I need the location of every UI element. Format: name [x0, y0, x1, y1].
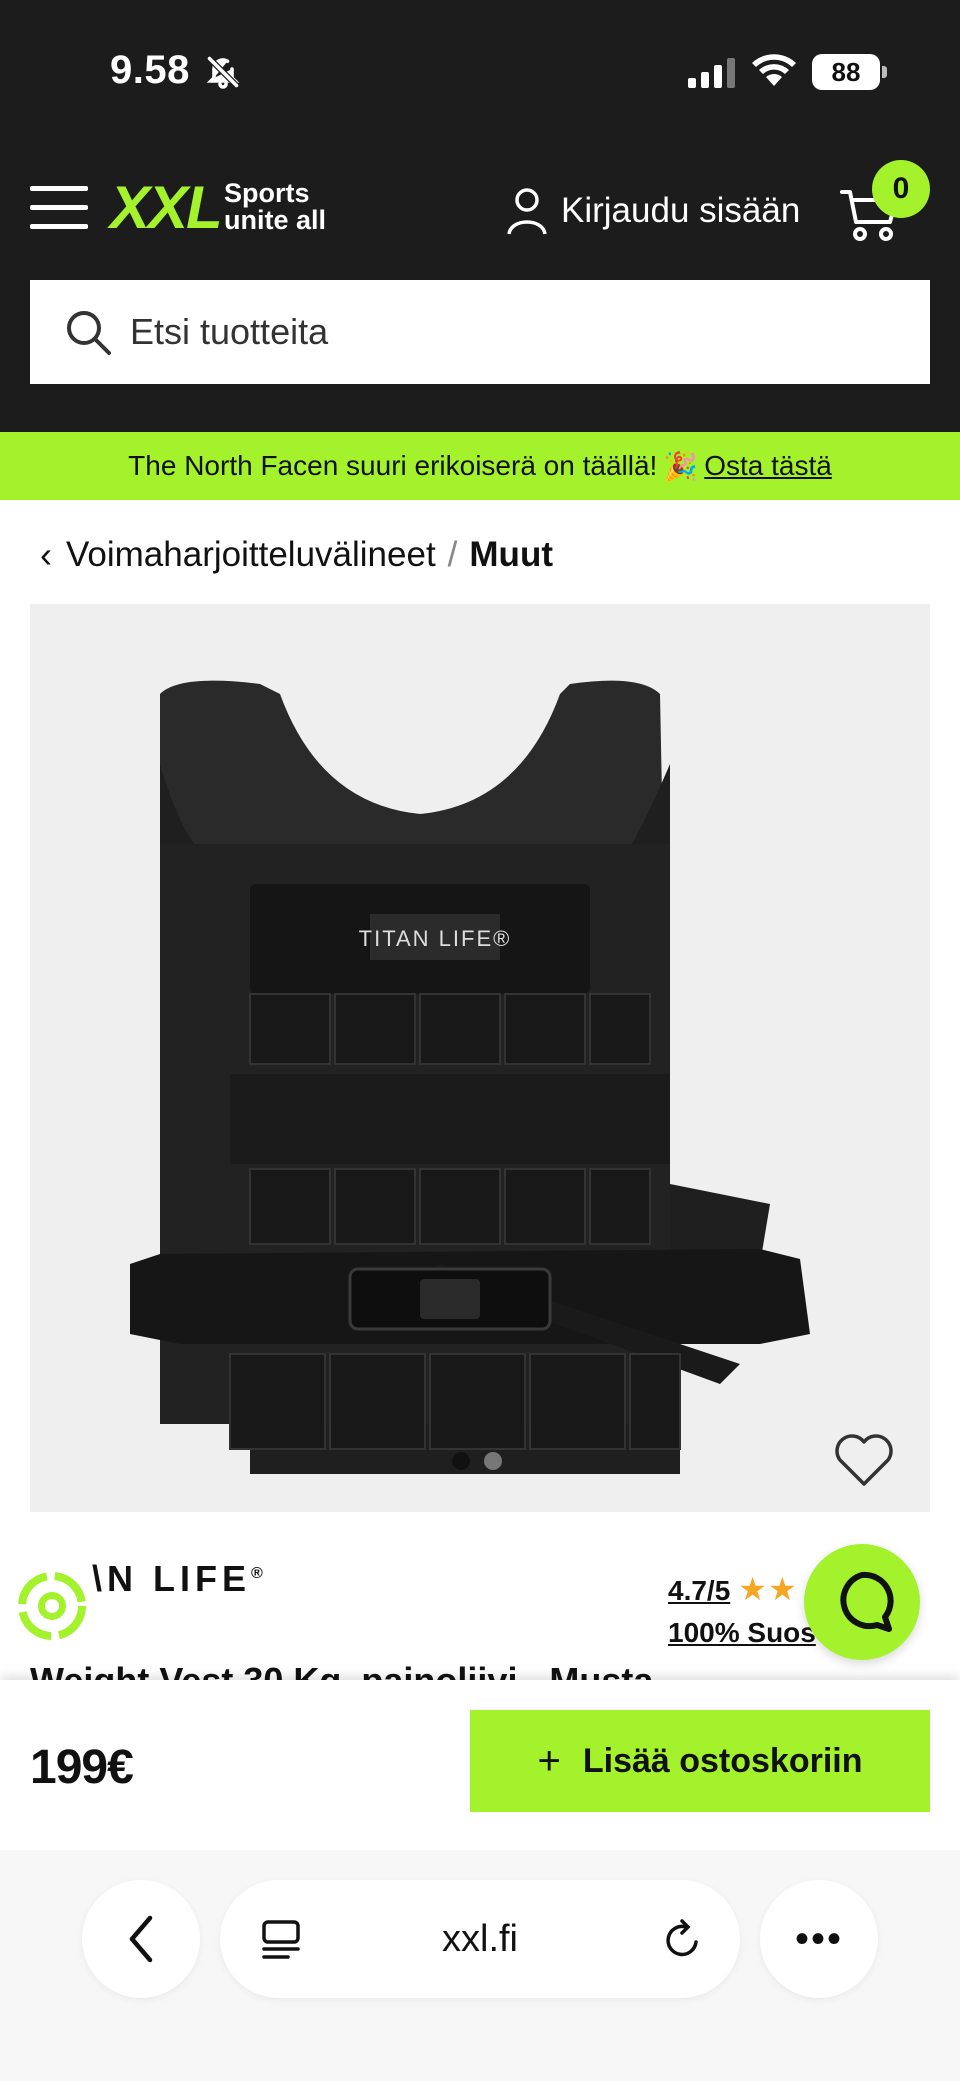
search-bar[interactable] [30, 280, 930, 384]
rating-score[interactable]: 4.7/5 [668, 1575, 730, 1606]
more-options-button[interactable]: ••• [760, 1880, 878, 1998]
chevron-left-icon [129, 1915, 153, 1963]
chevron-left-icon[interactable]: ‹ [40, 534, 52, 576]
promo-text: The North Facen suuri erikoiserä on tääl… [128, 450, 658, 481]
promo-link[interactable]: Osta tästä [704, 450, 832, 482]
logo-tagline-line1: Sports [224, 178, 310, 208]
search-icon [67, 311, 111, 355]
recommend-rate[interactable]: 100% Suos [668, 1612, 816, 1654]
gallery-dot-1[interactable] [452, 1452, 470, 1470]
breadcrumb-current: Muut [469, 535, 553, 574]
promo-banner: The North Facen suuri erikoiserä on tääl… [0, 432, 960, 500]
brand-logo[interactable]: \N LIFE® [92, 1558, 268, 1600]
chat-button[interactable] [804, 1544, 920, 1660]
plus-icon: + [537, 1738, 561, 1783]
star-icon: ★★ [738, 1571, 798, 1607]
logo-tagline-line2: unite all [224, 205, 327, 235]
party-popper-icon: 🎉 [663, 450, 699, 482]
brand-logo-text: \N LIFE [92, 1558, 251, 1599]
login-label: Kirjaudu sisään [561, 191, 801, 230]
logo[interactable]: XXL [110, 178, 223, 238]
login-link[interactable]: Kirjaudu sisään [505, 186, 800, 236]
menu-icon[interactable] [30, 186, 88, 230]
bell-off-icon [206, 55, 240, 89]
browser-toolbar: xxl.fi ••• [0, 1850, 960, 2081]
wifi-icon [752, 54, 796, 86]
add-to-cart-button[interactable]: + Lisää ostoskoriin [470, 1710, 930, 1812]
breadcrumb-separator: / [447, 535, 458, 574]
reload-icon[interactable] [660, 1918, 704, 1962]
browser-back-button[interactable] [82, 1880, 200, 1998]
heart-icon[interactable] [833, 1432, 895, 1488]
browser-address-bar[interactable]: xxl.fi [220, 1880, 740, 1998]
cart-count-badge[interactable]: 0 [872, 160, 930, 218]
search-input[interactable] [130, 311, 890, 353]
product-image-gallery[interactable]: TITAN LIFE® [30, 604, 930, 1512]
gallery-dots[interactable] [452, 1452, 502, 1470]
chat-icon [840, 1571, 894, 1632]
vest-brand-label: TITAN LIFE® [359, 926, 512, 951]
sticky-buy-bar: 199€ + Lisää ostoskoriin [0, 1680, 960, 1850]
brand-registered-mark: ® [251, 1565, 268, 1582]
breadcrumb-parent[interactable]: Voimaharjoitteluvälineet [66, 535, 436, 575]
recycle-badge-icon [18, 1572, 86, 1640]
gallery-dot-2[interactable] [484, 1452, 502, 1470]
user-icon [507, 188, 547, 235]
ellipsis-icon: ••• [794, 1916, 843, 1961]
product-rating[interactable]: 4.7/5 ★★ 100% Suos [668, 1568, 816, 1654]
battery-icon: 88 [812, 54, 887, 90]
breadcrumb: ‹ Voimaharjoitteluvälineet / Muut [40, 530, 553, 580]
status-time: 9.58 [110, 48, 190, 92]
product-price: 199€ [30, 1741, 134, 1794]
logo-tagline: Sports unite all [224, 180, 326, 234]
add-to-cart-label: Lisää ostoskoriin [582, 1741, 863, 1780]
product-image: TITAN LIFE® [130, 680, 810, 1474]
signal-icon [688, 58, 735, 88]
